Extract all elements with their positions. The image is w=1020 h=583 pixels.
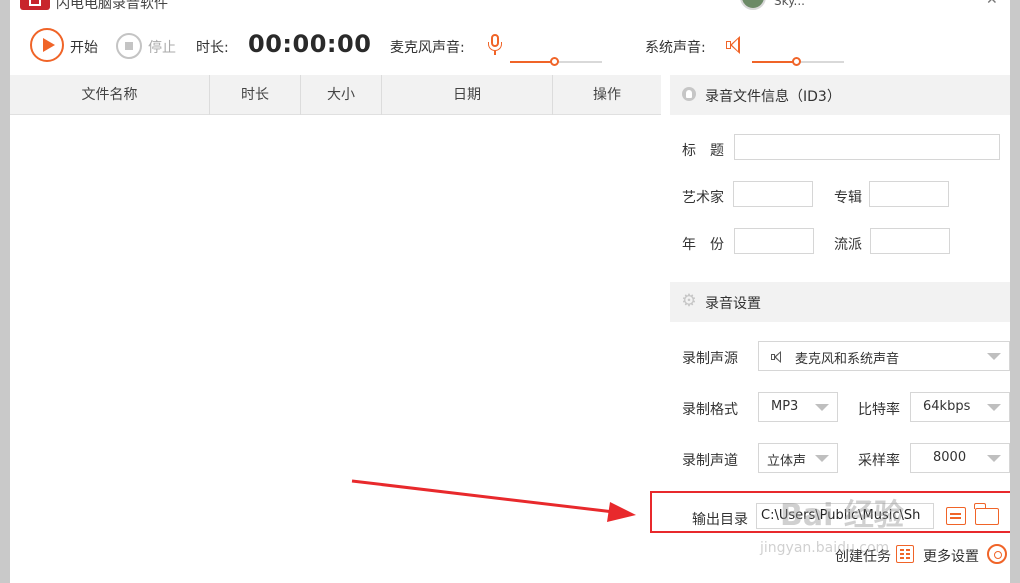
system-volume-slider[interactable] (752, 57, 844, 66)
file-table: 文件名称 时长 大小 日期 操作 (10, 75, 661, 583)
column-header-actions[interactable]: 操作 (553, 75, 661, 115)
chevron-down-icon (815, 404, 829, 411)
speaker-icon[interactable] (725, 34, 745, 56)
album-input[interactable] (869, 181, 949, 207)
title-label: 标 题 (682, 143, 724, 159)
start-label[interactable]: 开始 (70, 37, 98, 57)
genre-input[interactable] (870, 228, 950, 254)
user-name[interactable]: Sky... (774, 0, 805, 8)
start-record-button[interactable] (30, 28, 64, 62)
column-header-size[interactable]: 大小 (301, 75, 382, 115)
table-header: 文件名称 时长 大小 日期 操作 (10, 75, 661, 115)
duration-value: 00:00:00 (248, 30, 372, 58)
format-select[interactable]: MP3 (758, 392, 838, 422)
channel-label: 录制声道 (682, 453, 738, 469)
watermark-url: jingyan.baidu.com (760, 540, 890, 556)
settings-icon[interactable] (987, 544, 1007, 564)
artist-label: 艺术家 (682, 190, 724, 206)
chevron-down-icon (987, 404, 1001, 411)
column-header-date[interactable]: 日期 (382, 75, 553, 115)
bitrate-label: 比特率 (858, 402, 900, 418)
title-input[interactable] (734, 134, 1000, 160)
samplerate-select[interactable]: 8000 (910, 443, 1010, 473)
app-logo-icon (20, 0, 50, 10)
more-settings-button[interactable]: 更多设置 (923, 546, 979, 566)
samplerate-label: 采样率 (858, 453, 900, 469)
bitrate-value: 64kbps (923, 399, 971, 414)
speaker-small-icon (771, 350, 785, 364)
source-select[interactable]: 麦克风和系统声音 (758, 341, 1010, 371)
play-icon (43, 38, 55, 52)
close-button[interactable]: ✕ (986, 0, 1000, 8)
chevron-down-icon (815, 455, 829, 462)
stop-record-button[interactable] (116, 33, 142, 59)
channel-value: 立体声 (767, 454, 807, 469)
mic-volume-knob[interactable] (550, 57, 560, 66)
folder-icon[interactable] (974, 503, 999, 525)
source-label: 录制声源 (682, 351, 738, 367)
table-body (10, 115, 661, 583)
mic-volume-label: 麦克风声音: (390, 40, 465, 56)
bitrate-select[interactable]: 64kbps (910, 392, 1010, 422)
source-value: 麦克风和系统声音 (795, 352, 900, 367)
stop-label[interactable]: 停止 (148, 37, 176, 57)
mic-volume-fill (510, 61, 555, 63)
format-value: MP3 (771, 399, 799, 414)
column-header-duration[interactable]: 时长 (210, 75, 301, 115)
title-bar: 闪电电脑录音软件 Sky... ✕ (10, 0, 1010, 12)
channel-select[interactable]: 立体声 (758, 443, 838, 473)
column-header-name[interactable]: 文件名称 (10, 75, 210, 115)
info-icon (682, 87, 696, 101)
output-dir-label: 输出目录 (692, 512, 748, 528)
system-volume-label: 系统声音: (645, 40, 706, 56)
avatar[interactable] (740, 0, 766, 10)
watermark: Bai 经验 (780, 498, 904, 533)
year-input[interactable] (734, 228, 814, 254)
id3-section-header: 录音文件信息（ID3） (670, 75, 1010, 115)
year-label: 年 份 (682, 237, 724, 253)
system-volume-fill (752, 61, 797, 63)
chevron-down-icon (987, 455, 1001, 462)
duration-label: 时长: (196, 40, 229, 56)
artist-input[interactable] (733, 181, 813, 207)
task-list-icon[interactable] (896, 545, 914, 563)
record-settings-header: ⚙ 录音设置 (670, 282, 1010, 322)
stop-icon (125, 42, 133, 50)
chevron-down-icon (987, 353, 1001, 360)
gear-icon: ⚙ (681, 291, 697, 311)
format-label: 录制格式 (682, 402, 738, 418)
microphone-icon[interactable] (487, 34, 507, 56)
toolbar: 开始 停止 时长: 00:00:00 麦克风声音: 系统声音: (10, 18, 1010, 74)
edit-path-icon[interactable] (946, 507, 966, 525)
mic-volume-slider[interactable] (510, 57, 602, 66)
album-label: 专辑 (834, 190, 862, 206)
id3-section-title: 录音文件信息（ID3） (705, 89, 841, 105)
app-title: 闪电电脑录音软件 (56, 0, 168, 12)
record-settings-title: 录音设置 (705, 296, 761, 312)
genre-label: 流派 (834, 237, 862, 253)
system-volume-knob[interactable] (792, 57, 802, 66)
samplerate-value: 8000 (933, 450, 967, 465)
